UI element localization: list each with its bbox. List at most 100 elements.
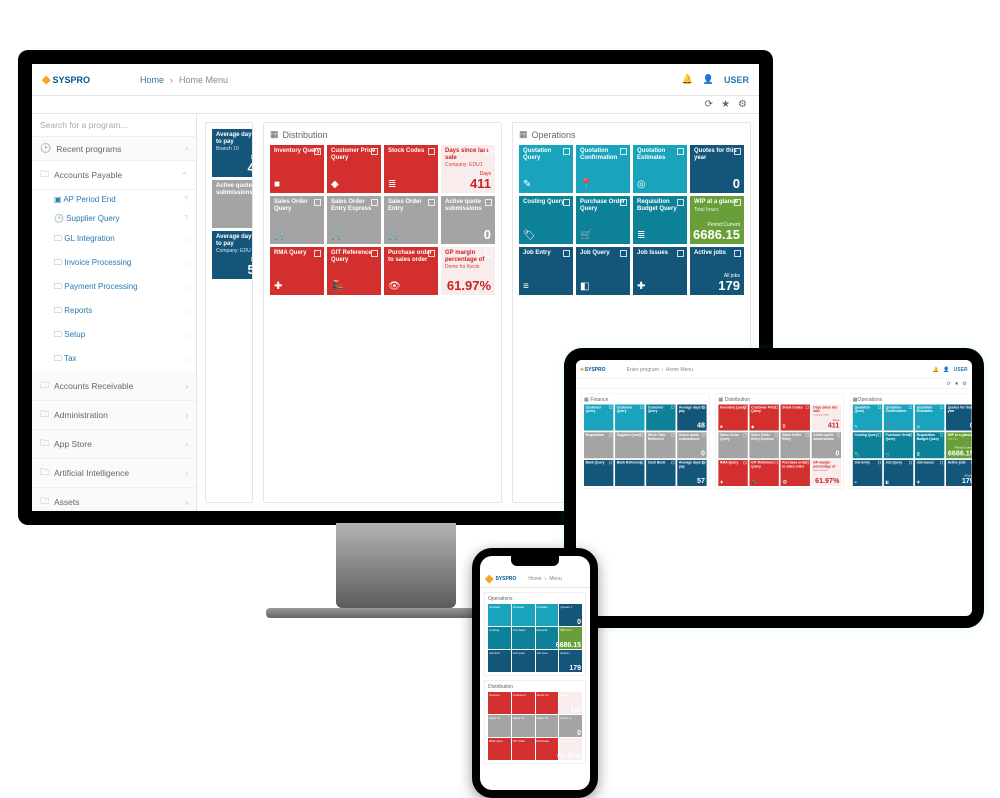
dashboard-tile[interactable]: Job Query◧	[576, 247, 630, 295]
dashboard-tile[interactable]: Sales Order Query🛒	[718, 432, 747, 458]
dashboard-tile[interactable]: Quotatio	[512, 604, 535, 626]
help-icon[interactable]: ?	[184, 215, 188, 222]
sidebar-item[interactable]: 🗀Assets›	[32, 488, 196, 511]
dashboard-tile[interactable]: RMA Query✚	[270, 247, 324, 295]
dashboard-tile[interactable]: Job Entry≡	[519, 247, 573, 295]
sidebar-accounts-payable[interactable]: 🗀Accounts Payable⌃	[32, 161, 196, 190]
dashboard-tile[interactable]: GP margin percentage ofDemo for Kevin61.…	[441, 247, 495, 295]
dashboard-tile[interactable]: Purchase order to sales order👁	[384, 247, 438, 295]
dashboard-tile[interactable]: WIP at a glanceTotal hoursPeriod:Current…	[690, 196, 744, 244]
search-input[interactable]: Search for a program...	[32, 114, 196, 137]
dashboard-tile[interactable]: Active j179	[559, 650, 582, 672]
dashboard-tile[interactable]: Customer Query	[646, 405, 675, 431]
breadcrumb-home[interactable]: Home	[140, 75, 164, 85]
dashboard-tile[interactable]: Purchase	[512, 627, 535, 649]
dashboard-tile[interactable]: Supplier Query	[615, 432, 644, 458]
sidebar-item[interactable]: 🗀Administration›	[32, 401, 196, 430]
dashboard-tile[interactable]: Average days to pay57	[677, 460, 706, 486]
dashboard-tile[interactable]: Sales Order Entry🛒	[781, 432, 810, 458]
gear-icon[interactable]: ⚙	[738, 99, 747, 110]
dashboard-tile[interactable]: Purchase order to sales order👁	[781, 460, 810, 486]
brand-logo[interactable]: ◆SYSPRO	[42, 73, 90, 86]
dashboard-tile[interactable]: Costing	[488, 627, 511, 649]
dashboard-tile[interactable]: Customer	[512, 692, 535, 714]
dashboard-tile[interactable]: GIT Reference Query🚂	[749, 460, 778, 486]
dashboard-tile[interactable]: Quotation Confirmation📍	[884, 405, 913, 431]
dashboard-tile[interactable]: Quotation Estimates◎	[633, 145, 687, 193]
sidebar-sub-item[interactable]: 🗀 Reports›	[32, 300, 196, 324]
dashboard-tile[interactable]: Sales Order Query🛒	[270, 196, 324, 244]
dashboard-tile[interactable]: GIT Refe	[512, 738, 535, 760]
dashboard-tile[interactable]: Customer Price Query◆	[327, 145, 381, 193]
dashboard-tile[interactable]: Sales Order Entry🛒	[384, 196, 438, 244]
dashboard-tile[interactable]: Active q0	[559, 715, 582, 737]
sidebar-sub-item[interactable]: 🗀 Invoice Processing›	[32, 252, 196, 276]
dashboard-tile[interactable]: Days sin411	[559, 692, 582, 714]
dashboard-tile[interactable]: GIT Reference Query🚂	[327, 247, 381, 295]
dashboard-tile[interactable]: Job Entry≡	[853, 460, 882, 486]
dashboard-tile[interactable]: Requisition Budget Query≣	[633, 196, 687, 244]
dashboard-tile[interactable]: Purchase Order Query🛒	[576, 196, 630, 244]
dashboard-tile[interactable]: Quotes f0	[559, 604, 582, 626]
dashboard-tile[interactable]: Active quote submissions0	[212, 180, 253, 228]
dashboard-tile[interactable]: Average days to payBranch 10Days48	[212, 129, 253, 177]
dashboard-tile[interactable]: Active quote submissions0	[677, 432, 706, 458]
sidebar-item[interactable]: 🗀App Store›	[32, 430, 196, 459]
dashboard-tile[interactable]: Customer Query	[584, 405, 613, 431]
refresh-icon[interactable]: ⟳	[947, 380, 951, 386]
dashboard-tile[interactable]: Bank Reference	[615, 460, 644, 486]
dashboard-tile[interactable]: Average days to payCompany: EDUDays57	[212, 231, 253, 279]
dashboard-tile[interactable]: Stock Codes≣	[781, 405, 810, 431]
dashboard-tile[interactable]: Sales Or	[488, 715, 511, 737]
dashboard-tile[interactable]: Inventory Query■	[270, 145, 324, 193]
dashboard-tile[interactable]: GP margin percentage ofDemo for Kevin61.…	[812, 460, 841, 486]
dashboard-tile[interactable]: Job Issues✚	[915, 460, 944, 486]
dashboard-tile[interactable]: Job Issu	[536, 650, 559, 672]
sidebar-sub-item[interactable]: 🗀 Tax›	[32, 348, 196, 372]
sidebar-item[interactable]: 🗀Accounts Receivable›	[32, 372, 196, 401]
dashboard-tile[interactable]: Quotation Confirmation📍	[576, 145, 630, 193]
dashboard-tile[interactable]: Job Entr	[488, 650, 511, 672]
dashboard-tile[interactable]: Stock Take Reference	[646, 432, 675, 458]
sidebar-sub-item[interactable]: 🗀 Setup›	[32, 324, 196, 348]
dashboard-tile[interactable]: WIP at a glanceTotal hoursPeriod:Current…	[946, 432, 972, 458]
sidebar-sub-item[interactable]: ▣ AP Period End?	[32, 190, 196, 209]
dashboard-tile[interactable]: RMA Quer	[488, 738, 511, 760]
dashboard-tile[interactable]: Job Query◧	[884, 460, 913, 486]
dashboard-tile[interactable]: Purchase	[536, 738, 559, 760]
dashboard-tile[interactable]: Requisition	[584, 432, 613, 458]
dashboard-tile[interactable]: Bank Query	[584, 460, 613, 486]
dashboard-tile[interactable]: Costing Query🏷	[853, 432, 882, 458]
dashboard-tile[interactable]: Job Quer	[512, 650, 535, 672]
dashboard-tile[interactable]: Customer Price Query◆	[749, 405, 778, 431]
sidebar-recent-programs[interactable]: 🕑Recent programs›	[32, 137, 196, 161]
refresh-icon[interactable]: ⟳	[705, 99, 713, 110]
dashboard-tile[interactable]: Quotatio	[536, 604, 559, 626]
brand-logo[interactable]: ◆SYSPRO	[580, 366, 605, 372]
bell-icon[interactable]: 🔔	[682, 74, 693, 85]
dashboard-tile[interactable]: Inventory Query■	[718, 405, 747, 431]
dashboard-tile[interactable]: WIP at a6686.15	[559, 627, 582, 649]
dashboard-tile[interactable]: Days since last saleCompany: EDU1Days411	[441, 145, 495, 193]
dashboard-tile[interactable]: Cash Book	[646, 460, 675, 486]
dashboard-tile[interactable]: Days since last saleCompany: EDU1Days411	[812, 405, 841, 431]
dashboard-tile[interactable]: Inventor	[488, 692, 511, 714]
user-icon[interactable]: 👤	[943, 366, 949, 372]
dashboard-tile[interactable]: Active jobsAll jobs179	[690, 247, 744, 295]
dashboard-tile[interactable]: Stock Codes≣	[384, 145, 438, 193]
dashboard-tile[interactable]: Job Issues✚	[633, 247, 687, 295]
dashboard-tile[interactable]: Average days to pay48	[677, 405, 706, 431]
dashboard-tile[interactable]: Quotation Query✎	[853, 405, 882, 431]
sidebar-sub-item[interactable]: 🕑 Supplier Query?	[32, 209, 196, 228]
dashboard-tile[interactable]: Quotation Estimates◎	[915, 405, 944, 431]
dashboard-tile[interactable]: Requisition Budget Query≣	[915, 432, 944, 458]
dashboard-tile[interactable]: Sales Or	[512, 715, 535, 737]
dashboard-tile[interactable]: Quotation Query✎	[519, 145, 573, 193]
gear-icon[interactable]: ⚙	[962, 380, 967, 386]
dashboard-tile[interactable]: Customer Query	[615, 405, 644, 431]
dashboard-tile[interactable]: Quotes for this year0	[946, 405, 972, 431]
dashboard-tile[interactable]: Quotatio	[488, 604, 511, 626]
dashboard-tile[interactable]: Purchase Order Query🛒	[884, 432, 913, 458]
dashboard-tile[interactable]: RMA Query✚	[718, 460, 747, 486]
dashboard-tile[interactable]: Active jobsAll jobs179	[946, 460, 972, 486]
